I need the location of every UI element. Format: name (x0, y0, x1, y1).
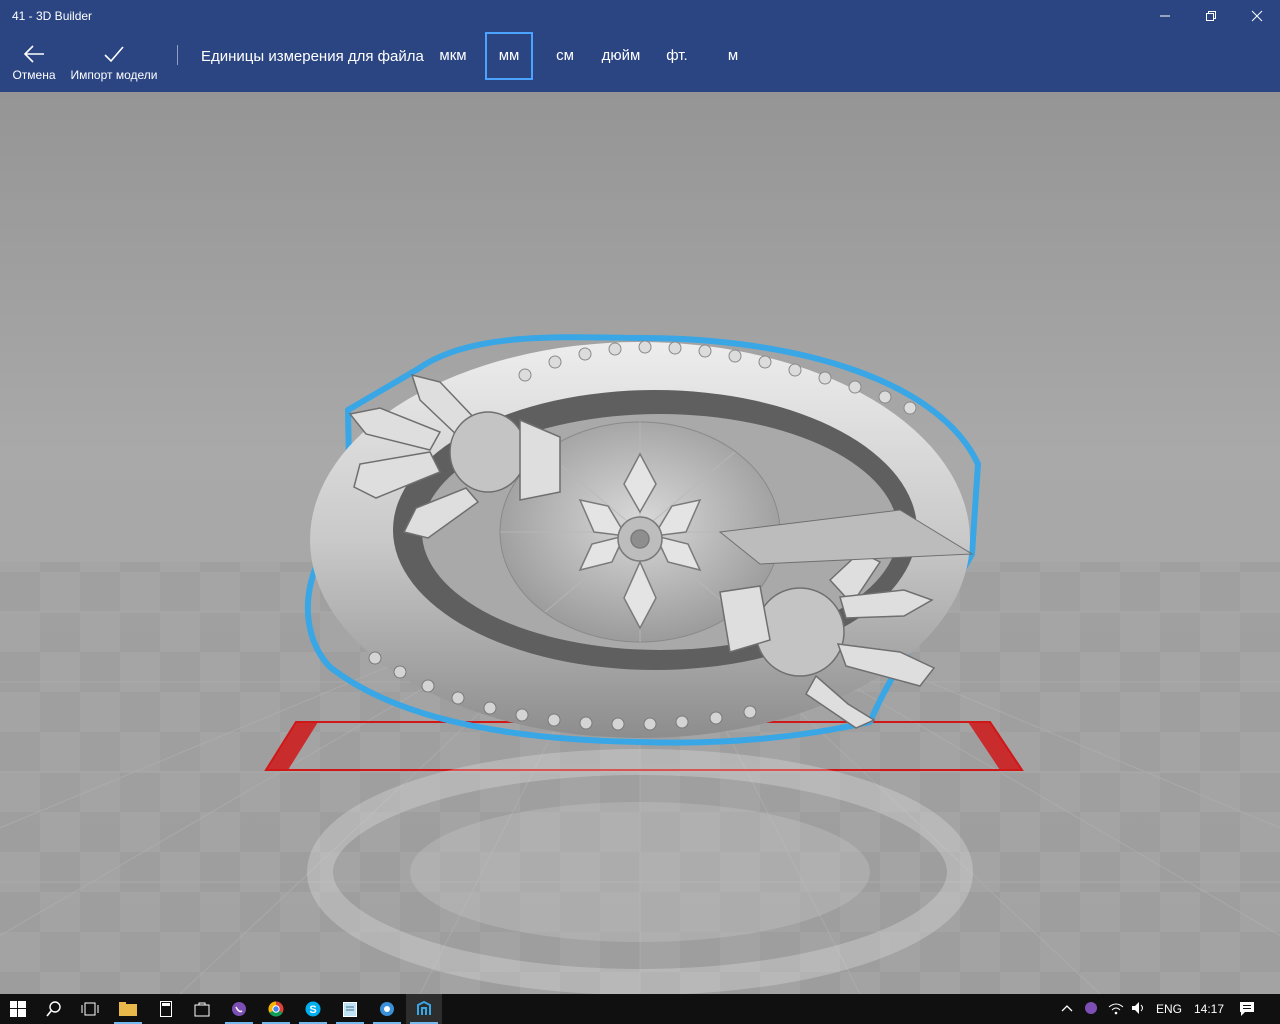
taskbar-notepad[interactable] (332, 994, 368, 1024)
taskbar-file-explorer[interactable] (110, 994, 146, 1024)
gear-icon (380, 1002, 394, 1016)
taskbar: S ENG 14:17 (0, 994, 1280, 1024)
command-separator (177, 45, 178, 65)
svg-text:S: S (309, 1004, 316, 1016)
close-icon (1251, 10, 1263, 22)
taskbar-3d-builder[interactable] (406, 994, 442, 1024)
search-button[interactable] (36, 994, 72, 1024)
minimize-icon (1160, 15, 1170, 17)
title-bar: 41 - 3D Builder (0, 0, 1280, 32)
task-view-button[interactable] (72, 994, 108, 1024)
unit-option-mm[interactable]: мм (485, 32, 533, 80)
wifi-icon[interactable] (1108, 1001, 1124, 1015)
unit-option-inch[interactable]: дюйм (596, 32, 646, 80)
volume-icon[interactable] (1131, 1001, 1147, 1015)
chrome-icon (268, 1001, 284, 1017)
window-title: 41 - 3D Builder (12, 9, 93, 23)
cancel-button[interactable]: Отмена (8, 32, 60, 92)
taskbar-viber[interactable] (221, 994, 257, 1024)
skype-icon: S (305, 1001, 321, 1017)
task-view-icon (81, 1002, 99, 1016)
cancel-label: Отмена (12, 68, 56, 82)
windows-logo-icon (10, 1001, 26, 1017)
taskbar-tools-app[interactable] (369, 994, 405, 1024)
scene-canvas (0, 334, 1280, 994)
back-arrow-icon (23, 45, 44, 63)
viber-tray-icon[interactable] (1084, 1001, 1098, 1015)
unit-option-m[interactable]: м (720, 32, 746, 80)
restore-button[interactable] (1188, 0, 1234, 32)
3d-viewport[interactable] (0, 92, 1280, 994)
command-bar: Отмена Импорт модели Единицы измерения д… (0, 32, 1280, 92)
action-center-icon[interactable] (1239, 1001, 1255, 1017)
taskbar-chrome[interactable] (258, 994, 294, 1024)
checkmark-icon (104, 46, 124, 63)
unit-option-cm[interactable]: см (548, 32, 582, 80)
units-caption: Единицы измерения для файла (201, 48, 424, 65)
notepad-icon (343, 1002, 357, 1017)
start-button[interactable] (0, 994, 36, 1024)
taskbar-store[interactable] (184, 994, 220, 1024)
search-icon (46, 1001, 61, 1017)
taskbar-calculator[interactable] (148, 994, 184, 1024)
input-language-indicator[interactable]: ENG (1156, 1002, 1182, 1016)
import-model-button[interactable]: Импорт модели (68, 32, 160, 92)
3d-builder-icon (417, 1001, 431, 1015)
import-model-label: Импорт модели (70, 68, 158, 82)
clock[interactable]: 14:17 (1194, 1002, 1224, 1016)
store-bag-icon (194, 1002, 210, 1017)
show-hidden-icons-chevron-icon[interactable] (1060, 1001, 1074, 1015)
close-button[interactable] (1234, 0, 1280, 32)
viber-icon (232, 1002, 246, 1016)
restore-icon (1206, 11, 1216, 21)
unit-option-mkm[interactable]: мкм (433, 32, 473, 80)
taskbar-skype[interactable]: S (295, 994, 331, 1024)
folder-icon (119, 1002, 137, 1016)
unit-option-ft[interactable]: фт. (660, 32, 694, 80)
minimize-button[interactable] (1142, 0, 1188, 32)
calculator-icon (160, 1001, 172, 1017)
